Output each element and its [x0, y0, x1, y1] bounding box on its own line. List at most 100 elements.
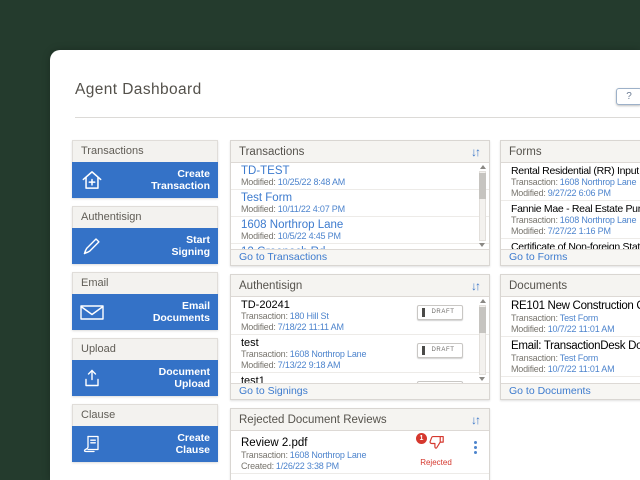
document-upload-button[interactable]: Document Upload [72, 360, 218, 396]
sort-icon[interactable]: ↓↑ [471, 413, 481, 427]
meta-value: 7/18/22 11:11 AM [277, 322, 344, 332]
meta-label: Modified: [511, 226, 546, 236]
meta-value: 10/5/22 4:45 PM [277, 231, 341, 241]
meta-label: Transaction: [241, 451, 288, 460]
transaction-link[interactable]: Test Form [241, 192, 479, 204]
item-meta: Transaction: 1608 Northrop Lane [511, 216, 640, 226]
create-clause-button[interactable]: Create Clause [72, 426, 218, 462]
quick-action-authentisign: Authentisign Start Signing [72, 206, 218, 264]
meta-label: Transaction: [511, 354, 558, 363]
go-to-forms-link[interactable]: Go to Forms [509, 251, 567, 263]
meta-label: Transaction: [241, 350, 288, 359]
forms-panel: Forms Rental Residential (RR) Input Shee… [500, 140, 640, 266]
list-item: Review 2.pdf Transaction: 1608 Northrop L… [231, 431, 489, 474]
item-meta: Modified: 7/13/22 9:18 AM [241, 361, 479, 371]
item-meta: Modified: 10/7/22 11:01 AM [511, 325, 640, 335]
list-item: 12 Greenoch Rd [231, 244, 489, 249]
document-link[interactable]: Email: TransactionDesk Documen [511, 340, 640, 353]
form-link[interactable]: Certificate of Non-foreign Status - F [511, 242, 640, 250]
go-to-documents-link[interactable]: Go to Documents [509, 385, 591, 397]
transaction-link[interactable]: 1608 Northrop Lane [241, 219, 479, 231]
house-plus-icon [72, 167, 112, 193]
rejection-count-badge: 1 [416, 433, 427, 444]
authentisign-list: TD-20241 Transaction: 180 Hill St Modifie… [231, 297, 489, 383]
button-label-line1: Create [177, 432, 210, 444]
item-meta: Modified: 7/18/22 11:11 AM [241, 323, 479, 333]
meta-value: 180 Hill St [289, 312, 329, 321]
meta-value: 10/7/22 11:01 AM [547, 324, 615, 334]
go-to-signings-link[interactable]: Go to Signings [239, 385, 308, 397]
item-meta: Transaction: 1608 Northrop Lane [511, 178, 640, 188]
meta-label: Transaction: [511, 216, 558, 225]
meta-label: Modified: [511, 364, 546, 374]
upload-icon [72, 366, 112, 390]
meta-value: 9/27/22 6:06 PM [547, 188, 611, 198]
title-divider [75, 117, 640, 118]
item-meta: Modified: 9/27/22 6:06 PM [511, 189, 640, 199]
page-title: Agent Dashboard [75, 81, 202, 98]
scroll-down-arrow-icon[interactable] [479, 377, 485, 381]
scroll-up-arrow-icon[interactable] [479, 299, 486, 303]
meta-label: Created: [241, 461, 274, 471]
meta-label: Modified: [241, 322, 276, 332]
status-badge: DRAFT [417, 305, 463, 320]
item-meta: Modified: 10/11/22 4:07 PM [241, 204, 479, 214]
badge-label: DRAFT [418, 382, 462, 383]
transactions-panel: Transactions ↓↑ TD-TEST Modified: 10/25/2… [230, 140, 490, 266]
section-label: Clause [72, 404, 218, 426]
item-meta: Modified: 10/25/22 8:48 AM [241, 177, 479, 187]
button-label: Create Transaction [151, 168, 218, 192]
scroll-down-arrow-icon[interactable] [479, 243, 485, 247]
sort-icon[interactable]: ↓↑ [471, 279, 481, 293]
authentisign-panel: Authentisign ↓↑ TD-20241 Transaction: 180… [230, 274, 490, 400]
scrollbar[interactable] [478, 299, 487, 381]
start-signing-button[interactable]: Start Signing [72, 228, 218, 264]
list-item: Email: TransactionDesk Documen Transacti… [501, 337, 640, 377]
transaction-link[interactable]: TD-TEST [241, 165, 479, 177]
list-item: Certificate of Non-foreign Status - F Tr… [501, 239, 640, 250]
scrollbar[interactable] [478, 165, 487, 247]
button-label-line2: Transaction [151, 180, 210, 192]
button-label: Create Clause [176, 432, 218, 456]
documents-list: RE101 New Construction Contra Transactio… [501, 297, 640, 383]
button-label-line2: Documents [152, 312, 210, 324]
button-label-line1: Start [186, 234, 210, 246]
quick-actions-sidebar: Transactions Create Transaction Authenti… [72, 140, 218, 470]
meta-value: Test Form [559, 314, 599, 323]
rejected-status: 1 Rejected [416, 433, 455, 467]
meta-label: Transaction: [511, 314, 558, 323]
meta-label: Transaction: [511, 178, 558, 187]
scroll-up-arrow-icon[interactable] [479, 165, 486, 169]
scrollbar-thumb[interactable] [479, 307, 486, 333]
panel-title: Rejected Document Reviews [239, 413, 387, 426]
envelope-icon [72, 300, 112, 324]
rejected-reviews-list: Review 2.pdf Transaction: 1608 Northrop L… [231, 431, 489, 480]
form-link[interactable]: Fannie Mae - Real Estate Purchase a [511, 204, 640, 215]
scroll-icon [72, 432, 112, 456]
list-item: RE101 New Construction Contra Transactio… [501, 297, 640, 337]
go-to-transactions-link[interactable]: Go to Transactions [239, 251, 327, 263]
button-label-line1: Email [181, 300, 210, 312]
more-options-icon[interactable] [474, 441, 477, 454]
document-link[interactable]: RE101 New Construction Contra [511, 300, 640, 313]
meta-value: 7/27/22 1:16 PM [547, 226, 611, 236]
sort-icon[interactable]: ↓↑ [471, 145, 481, 159]
documents-panel: Documents RE101 New Construction Contra … [500, 274, 640, 400]
create-transaction-button[interactable]: Create Transaction [72, 162, 218, 198]
list-item: TD-20241 Transaction: 180 Hill St Modifie… [231, 297, 489, 335]
email-documents-button[interactable]: Email Documents [72, 294, 218, 330]
scrollbar-thumb[interactable] [479, 173, 486, 199]
meta-label: Modified: [241, 231, 276, 241]
form-link[interactable]: Rental Residential (RR) Input Sheet - [511, 166, 640, 177]
panel-title: Authentisign [239, 279, 303, 292]
item-meta: Modified: 7/27/22 1:16 PM [511, 227, 640, 237]
help-button[interactable]: ? [616, 88, 640, 105]
meta-label: Modified: [511, 188, 546, 198]
section-label: Upload [72, 338, 218, 360]
meta-label: Modified: [241, 204, 276, 214]
transaction-link[interactable]: 12 Greenoch Rd [241, 246, 479, 249]
forms-list: Rental Residential (RR) Input Sheet - Tr… [501, 163, 640, 249]
list-item: test1 Transaction:1608 Northrop Lane DRA… [231, 373, 489, 383]
section-label: Transactions [72, 140, 218, 162]
meta-label: Modified: [241, 177, 276, 187]
